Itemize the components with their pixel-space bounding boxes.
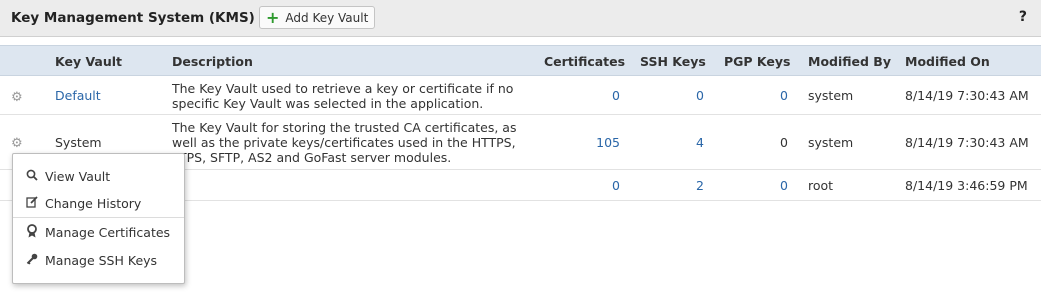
col-pgp-keys[interactable]: PGP Keys xyxy=(724,54,790,69)
vault-name: System xyxy=(55,135,102,150)
col-modified-on[interactable]: Modified On xyxy=(905,54,990,69)
pgp-keys-count[interactable]: 0 xyxy=(780,88,788,103)
vault-name-link[interactable]: Default xyxy=(55,88,101,103)
modified-by: system xyxy=(808,135,854,150)
plus-icon: + xyxy=(266,7,280,27)
certificate-icon xyxy=(25,223,39,241)
gear-icon[interactable]: ⚙ xyxy=(11,91,24,104)
table-header: Key Vault Description Certificates SSH K… xyxy=(0,45,1041,76)
ssh-keys-count[interactable]: 2 xyxy=(696,178,704,193)
vault-description: The Key Vault for storing the trusted CA… xyxy=(172,120,517,165)
menu-item-change-history[interactable]: Change History xyxy=(13,190,184,216)
add-key-vault-button[interactable]: + Add Key Vault xyxy=(259,6,375,29)
ssh-keys-count[interactable]: 0 xyxy=(696,88,704,103)
ssh-keys-count[interactable]: 4 xyxy=(696,135,704,150)
certificates-count[interactable]: 0 xyxy=(612,178,620,193)
col-certificates[interactable]: Certificates xyxy=(544,54,625,69)
col-modified-by[interactable]: Modified By xyxy=(808,54,891,69)
menu-divider xyxy=(13,217,184,218)
menu-item-manage-ssh-keys[interactable]: Manage SSH Keys xyxy=(13,247,184,273)
menu-item-label: Manage Certificates xyxy=(45,224,171,240)
pgp-keys-count[interactable]: 0 xyxy=(780,178,788,193)
col-description[interactable]: Description xyxy=(172,54,253,69)
modified-on: 8/14/19 3:46:59 PM xyxy=(905,178,1028,193)
menu-item-view-vault[interactable]: View Vault xyxy=(13,163,184,189)
gear-icon[interactable]: ⚙ xyxy=(11,137,24,150)
vault-description: The Key Vault used to retrieve a key or … xyxy=(172,81,514,111)
search-icon xyxy=(25,169,39,184)
menu-item-manage-certificates[interactable]: Manage Certificates xyxy=(13,219,184,245)
table-row: ⚙ Default The Key Vault used to retrieve… xyxy=(0,76,1041,115)
certificates-count[interactable]: 0 xyxy=(612,88,620,103)
modified-on: 8/14/19 7:30:43 AM xyxy=(905,135,1029,150)
certificates-count[interactable]: 105 xyxy=(596,135,620,150)
modified-on: 8/14/19 7:30:43 AM xyxy=(905,88,1029,103)
page-header: Key Management System (KMS) + Add Key Va… xyxy=(0,0,1041,37)
menu-item-label: Manage SSH Keys xyxy=(45,252,158,268)
menu-item-label: View Vault xyxy=(45,168,111,184)
col-ssh-keys[interactable]: SSH Keys xyxy=(640,54,706,69)
add-key-vault-label: Add Key Vault xyxy=(285,10,369,25)
menu-item-label: Change History xyxy=(45,195,142,211)
page-title: Key Management System (KMS) xyxy=(11,10,255,26)
pgp-keys-count: 0 xyxy=(780,135,788,150)
edit-icon xyxy=(25,195,39,211)
help-button[interactable]: ? xyxy=(1019,9,1027,25)
col-key-vault[interactable]: Key Vault xyxy=(55,54,122,69)
modified-by: root xyxy=(808,178,834,193)
modified-by: system xyxy=(808,88,854,103)
key-icon xyxy=(25,253,39,268)
row-context-menu: View Vault Change History Manage Certifi… xyxy=(12,153,185,284)
